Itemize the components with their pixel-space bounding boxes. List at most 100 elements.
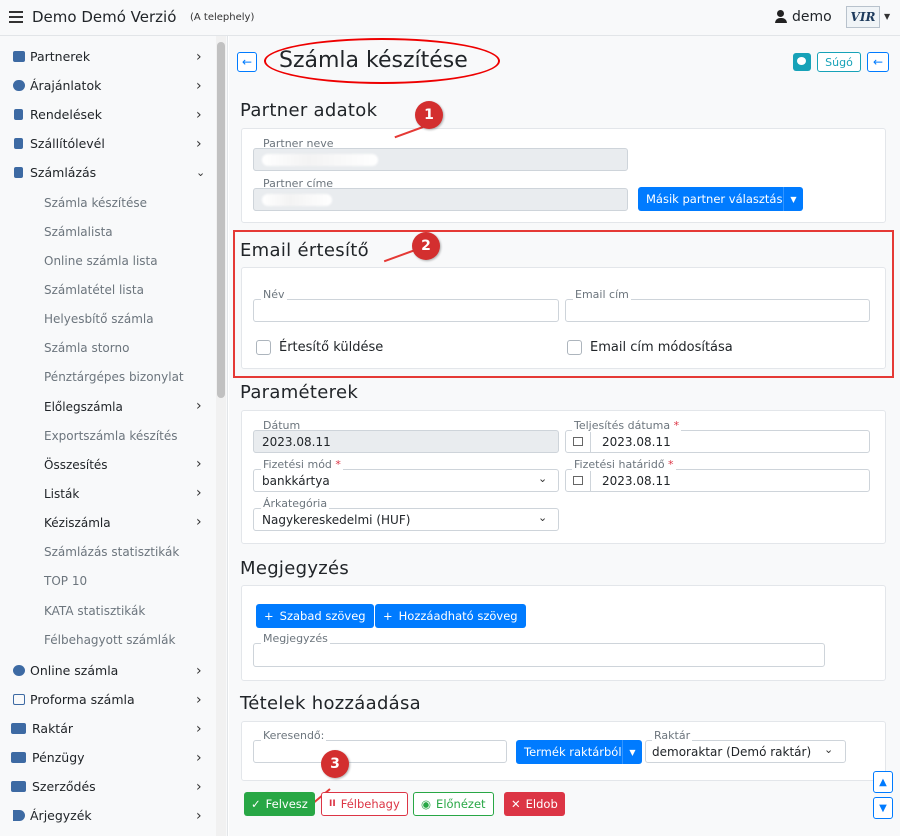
sidebar-item-raktar[interactable]: Raktár ›: [0, 714, 215, 743]
caret-down-icon: ▼: [629, 747, 636, 757]
sidebar-subitem-keziszamla[interactable]: Kéziszámla ›: [44, 514, 214, 530]
save-button-label: Felvesz: [265, 797, 308, 811]
check-icon: ✓: [251, 797, 261, 811]
payment-method-label-text: Fizetési mód: [263, 458, 332, 471]
abandon-button-label: Félbehagy: [340, 797, 400, 811]
sidebar-item-online-szamla[interactable]: Online számla ›: [0, 656, 215, 685]
chevron-right-icon: ›: [196, 720, 202, 737]
chevron-down-icon: ⌄: [824, 743, 834, 756]
document-icon: [13, 694, 25, 705]
close-icon: ✕: [511, 797, 521, 811]
help-button[interactable]: Súgó: [817, 52, 861, 72]
calendar-icon[interactable]: [573, 476, 583, 485]
sidebar-item-label: Partnerek: [30, 49, 91, 64]
sidebar-item-arajanlatok[interactable]: Árajánlatok ›: [0, 71, 215, 100]
chevron-right-icon: ›: [196, 77, 202, 94]
preview-button[interactable]: ◉ Előnézet: [413, 792, 494, 816]
sidebar-subitem-kata[interactable]: KATA statisztikák: [44, 604, 145, 618]
sidebar-subitem-helyesbito-szamla[interactable]: Helyesbítő számla: [44, 312, 154, 326]
plus-icon: +: [383, 609, 393, 623]
sidebar-item-label: Pénzügy: [32, 750, 85, 765]
tag-icon: [13, 810, 25, 821]
sidebar-subitem-felbehagyott[interactable]: Félbehagyott számlák: [44, 633, 175, 647]
free-text-button[interactable]: + Szabad szöveg: [256, 604, 374, 628]
notes-textarea[interactable]: [253, 643, 825, 667]
search-input[interactable]: [253, 740, 507, 763]
chevron-right-icon: ›: [196, 514, 202, 530]
chevron-right-icon: ›: [196, 662, 202, 679]
sidebar-item-partnerek[interactable]: Partnerek ›: [0, 42, 215, 71]
discard-button-label: Eldob: [525, 797, 558, 811]
sidebar-subitem-penztargepes-bizonylat[interactable]: Pénztárgépes bizonylat: [44, 370, 184, 384]
payment-deadline-input[interactable]: 2023.08.11: [565, 469, 870, 492]
scroll-up-button[interactable]: ▲: [873, 771, 893, 793]
sidebar-subitem-label: Összesítés: [44, 458, 108, 472]
other-partner-button[interactable]: Másik partner választása: [638, 187, 798, 211]
addable-text-button[interactable]: + Hozzáadható szöveg: [375, 604, 526, 628]
sidebar-item-arjegyzek[interactable]: Árjegyzék ›: [0, 801, 215, 830]
sidebar-subitem-exportszamla[interactable]: Exportszámla készítés: [44, 429, 178, 443]
hamburger-menu-icon[interactable]: [9, 11, 23, 23]
clipboard-icon: [14, 138, 23, 149]
sidebar-subitem-top10[interactable]: TOP 10: [44, 574, 87, 588]
sidebar-item-szallitolevel[interactable]: Szállítólevél ›: [0, 129, 215, 158]
sidebar-item-label: Proforma számla: [30, 692, 135, 707]
user-menu[interactable]: demo: [774, 9, 832, 25]
abandon-button[interactable]: II Félbehagy: [321, 792, 408, 816]
warehouse-select[interactable]: demoraktar (Demó raktár): [645, 740, 846, 763]
plus-icon: +: [264, 609, 274, 623]
date-label: Dátum: [263, 419, 301, 432]
sidebar-subitem-label: Kéziszámla: [44, 516, 111, 530]
sidebar-subitem-osszesites[interactable]: Összesítés ›: [44, 456, 214, 472]
payment-method-select[interactable]: bankkártya: [253, 469, 559, 492]
sidebar-item-rendelesek[interactable]: Rendelések ›: [0, 100, 215, 129]
user-icon: [774, 10, 788, 24]
file-icon: [14, 109, 23, 120]
discard-button[interactable]: ✕ Eldob: [504, 792, 565, 816]
back-button[interactable]: ←: [237, 52, 257, 72]
annotation-marker-1: 1: [415, 101, 443, 129]
input-divider: [590, 431, 591, 452]
sidebar-item-proforma[interactable]: Proforma számla ›: [0, 685, 215, 714]
price-category-select[interactable]: Nagykereskedelmi (HUF): [253, 508, 559, 531]
arrow-left-icon: ←: [872, 55, 884, 69]
sidebar-item-label: Árjegyzék: [30, 808, 92, 823]
product-from-stock-dropdown[interactable]: ▼: [622, 740, 642, 764]
scroll-down-button[interactable]: ▼: [873, 797, 893, 819]
chevron-down-icon: ⌄: [196, 166, 206, 179]
sidebar-subitem-szamla-keszitese[interactable]: Számla készítése: [44, 196, 147, 210]
fulfillment-date-label-text: Teljesítés dátuma: [574, 419, 671, 432]
other-partner-dropdown[interactable]: ▼: [783, 187, 803, 211]
back-button-right[interactable]: ←: [867, 52, 889, 72]
contract-icon: [11, 781, 26, 792]
fulfillment-date-label: Teljesítés dátuma *: [572, 419, 682, 432]
sidebar-subitem-label: Előlegszámla: [44, 400, 123, 414]
sidebar-scroll-thumb[interactable]: [217, 42, 225, 398]
partner-icon: [13, 51, 25, 62]
warehouse-label: Raktár: [652, 729, 693, 742]
sidebar-subitem-szamlatetel-lista[interactable]: Számlatétel lista: [44, 283, 144, 297]
chevron-down-icon: ⌄: [538, 511, 548, 524]
sidebar-item-szamlazas[interactable]: Számlázás ⌄: [0, 158, 215, 187]
search-label: Keresendő:: [261, 729, 327, 742]
calendar-icon[interactable]: [573, 437, 583, 446]
sidebar-item-szerzodes[interactable]: Szerződés ›: [0, 772, 215, 801]
sidebar-item-penzugy[interactable]: Pénzügy ›: [0, 743, 215, 772]
vir-logo[interactable]: VIR: [846, 6, 880, 28]
chevron-down-icon[interactable]: ▼: [884, 12, 890, 21]
sidebar-subitem-szamla-storno[interactable]: Számla storno: [44, 341, 129, 355]
product-from-stock-button[interactable]: Termék raktárból: [516, 740, 630, 764]
sidebar-item-label: Szerződés: [32, 779, 96, 794]
fulfillment-date-input[interactable]: 2023.08.11: [565, 430, 870, 453]
save-button[interactable]: ✓ Felvesz: [244, 792, 315, 816]
chat-help-icon[interactable]: [793, 53, 811, 71]
sidebar-subitem-eloleg[interactable]: Előlegszámla ›: [44, 398, 214, 414]
sidebar-subitem-szamlalista[interactable]: Számlalista: [44, 225, 113, 239]
annotation-oval: [264, 38, 500, 84]
annotation-marker-3: 3: [321, 750, 349, 778]
sidebar-subitem-online-szamla-lista[interactable]: Online számla lista: [44, 254, 158, 268]
warehouse-icon: [11, 723, 26, 734]
sidebar-subitem-statisztikak[interactable]: Számlázás statisztikák: [44, 545, 179, 559]
sidebar-subitem-listak[interactable]: Listák ›: [44, 485, 214, 501]
chevron-right-icon: ›: [196, 807, 202, 824]
